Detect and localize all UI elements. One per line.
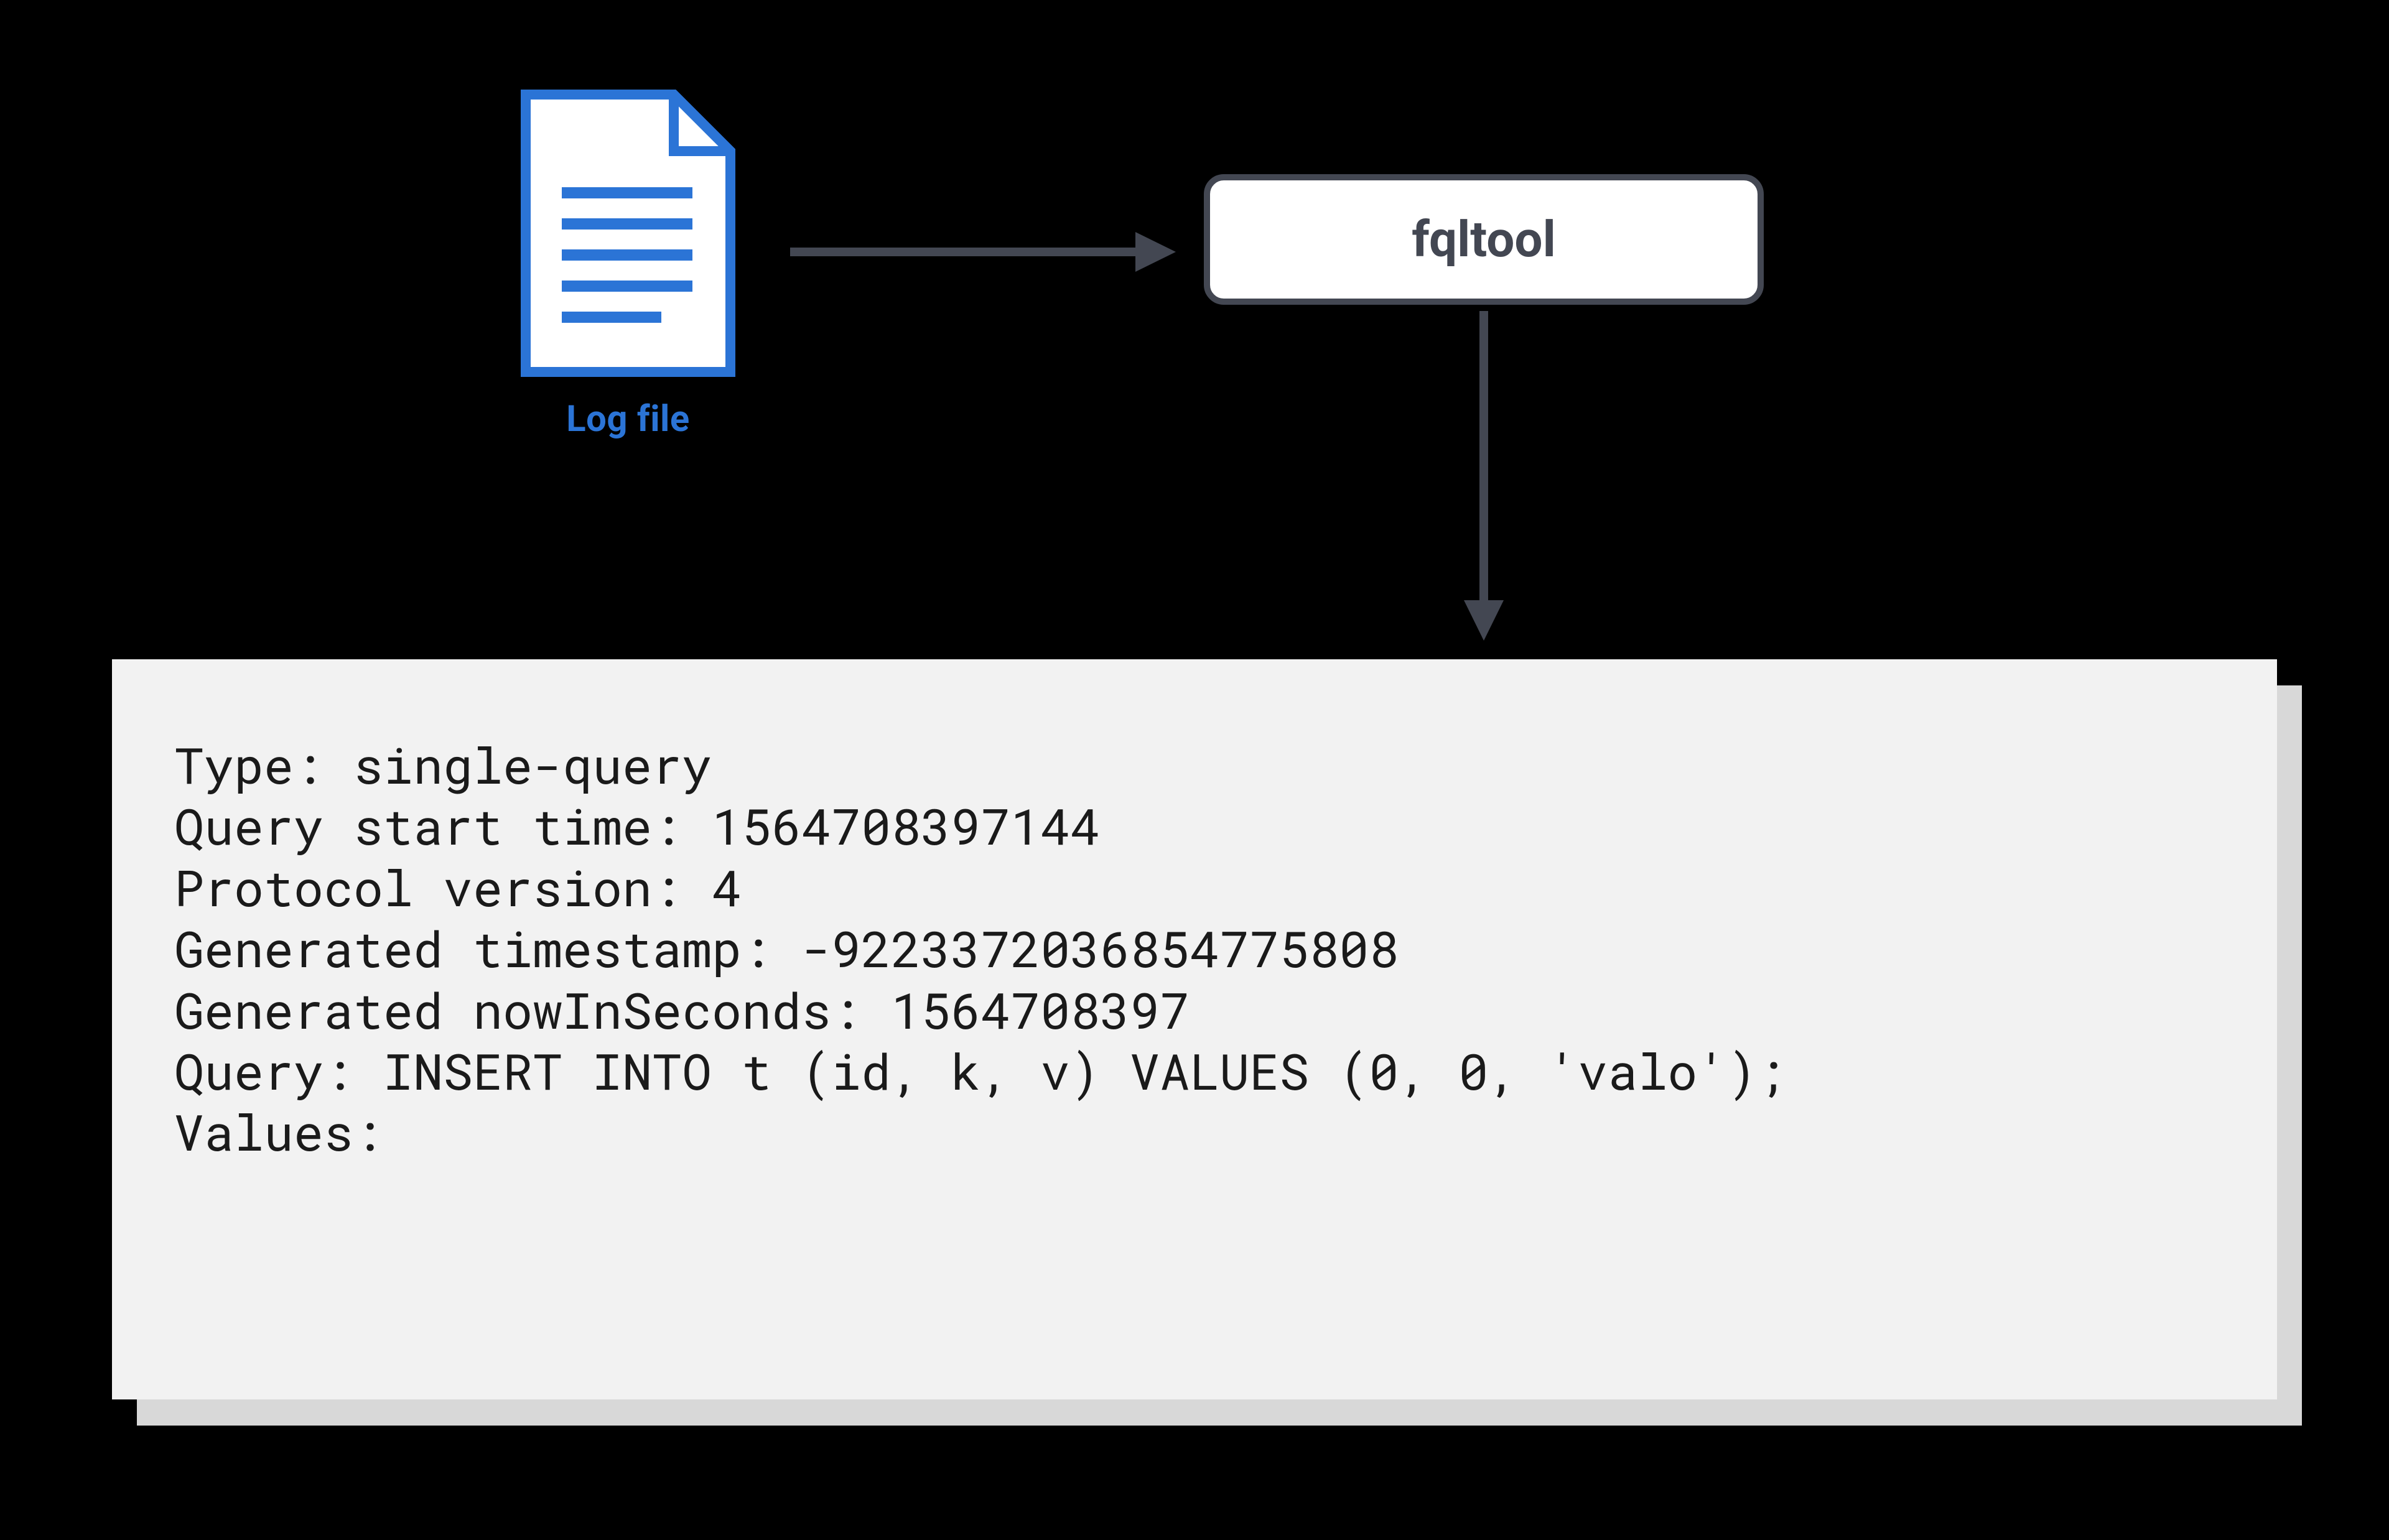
fqltool-label: fqltool	[1412, 210, 1556, 269]
log-file-icon	[518, 87, 738, 379]
arrow-log-to-tool	[790, 239, 1176, 264]
output-text: Type: single-query Query start time: 156…	[174, 734, 2215, 1162]
output-panel: Type: single-query Query start time: 156…	[112, 659, 2277, 1399]
log-file-label: Log file	[518, 398, 738, 440]
fqltool-box: fqltool	[1204, 174, 1764, 305]
diagram-canvas: Log file fqltool Type: single-query Quer…	[0, 0, 2389, 1540]
arrow-tool-to-output	[1471, 311, 1496, 641]
